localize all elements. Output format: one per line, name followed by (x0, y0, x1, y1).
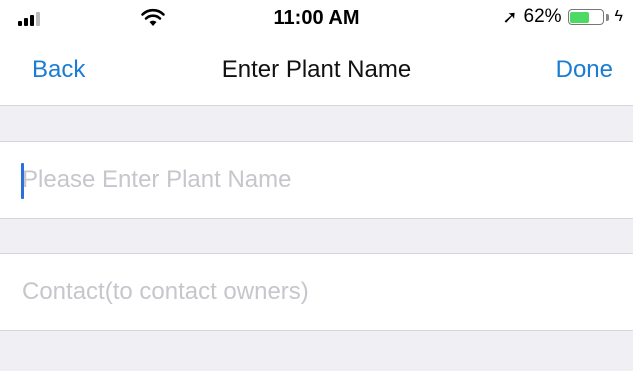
status-bar: 11:00 AM ➚ 62% ϟ (0, 0, 633, 38)
done-button[interactable]: Done (556, 56, 613, 84)
plant-name-row (0, 141, 633, 219)
contact-row (0, 253, 633, 331)
plant-name-input[interactable] (22, 142, 612, 218)
charging-bolt-icon: ϟ (614, 8, 623, 25)
battery-icon (567, 9, 604, 25)
battery-nub (605, 13, 609, 21)
location-arrow-icon: ➚ (502, 6, 518, 27)
battery-percent: 62% (523, 6, 562, 27)
navigation-bar: Back Enter Plant Name Done (0, 38, 633, 106)
contact-input[interactable] (22, 254, 612, 330)
page-title: Enter Plant Name (221, 56, 412, 83)
